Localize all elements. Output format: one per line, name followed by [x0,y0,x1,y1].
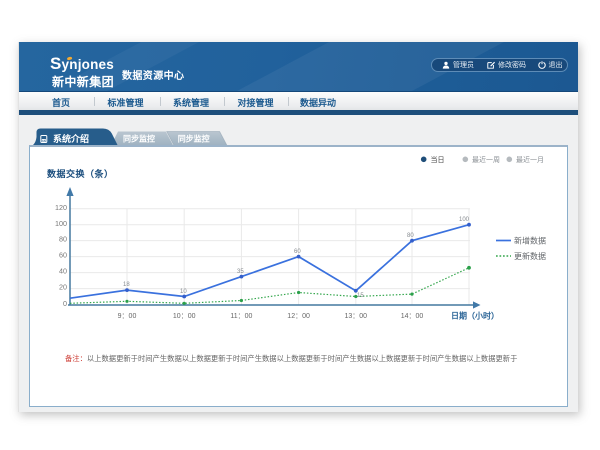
svg-text:100: 100 [55,219,67,228]
svg-text:当日: 当日 [431,155,445,164]
svg-text:20: 20 [59,283,67,292]
svg-text:新增数据: 新增数据 [514,236,546,246]
svg-text:10：00: 10：00 [173,313,196,320]
svg-text:更新数据: 更新数据 [514,251,546,261]
svg-text:120: 120 [55,203,67,212]
svg-text:60: 60 [59,251,67,260]
svg-text:15: 15 [357,293,364,299]
svg-text:12：00: 12：00 [287,313,310,320]
svg-text:13：00: 13：00 [345,313,368,320]
svg-text:14：00: 14：00 [401,313,424,320]
svg-text:11：00: 11：00 [230,313,252,320]
svg-text:日期（小时）: 日期（小时） [451,311,499,321]
svg-text:60: 60 [294,249,301,255]
svg-text:10: 10 [180,289,187,295]
svg-text:最近一月: 最近一月 [516,155,544,164]
svg-text:系统介绍: 系统介绍 [53,133,89,144]
svg-text:18: 18 [123,282,130,288]
svg-text:0: 0 [63,299,67,308]
svg-text:同步监控: 同步监控 [178,134,210,144]
svg-text:80: 80 [59,235,67,244]
svg-text:9：00: 9：00 [118,313,137,320]
svg-text:40: 40 [59,267,67,276]
svg-text:100: 100 [459,217,470,223]
svg-text:最近一周: 最近一周 [472,155,500,164]
svg-text:35: 35 [237,269,244,275]
svg-text:80: 80 [407,233,414,239]
svg-text:同步监控: 同步监控 [123,134,155,144]
